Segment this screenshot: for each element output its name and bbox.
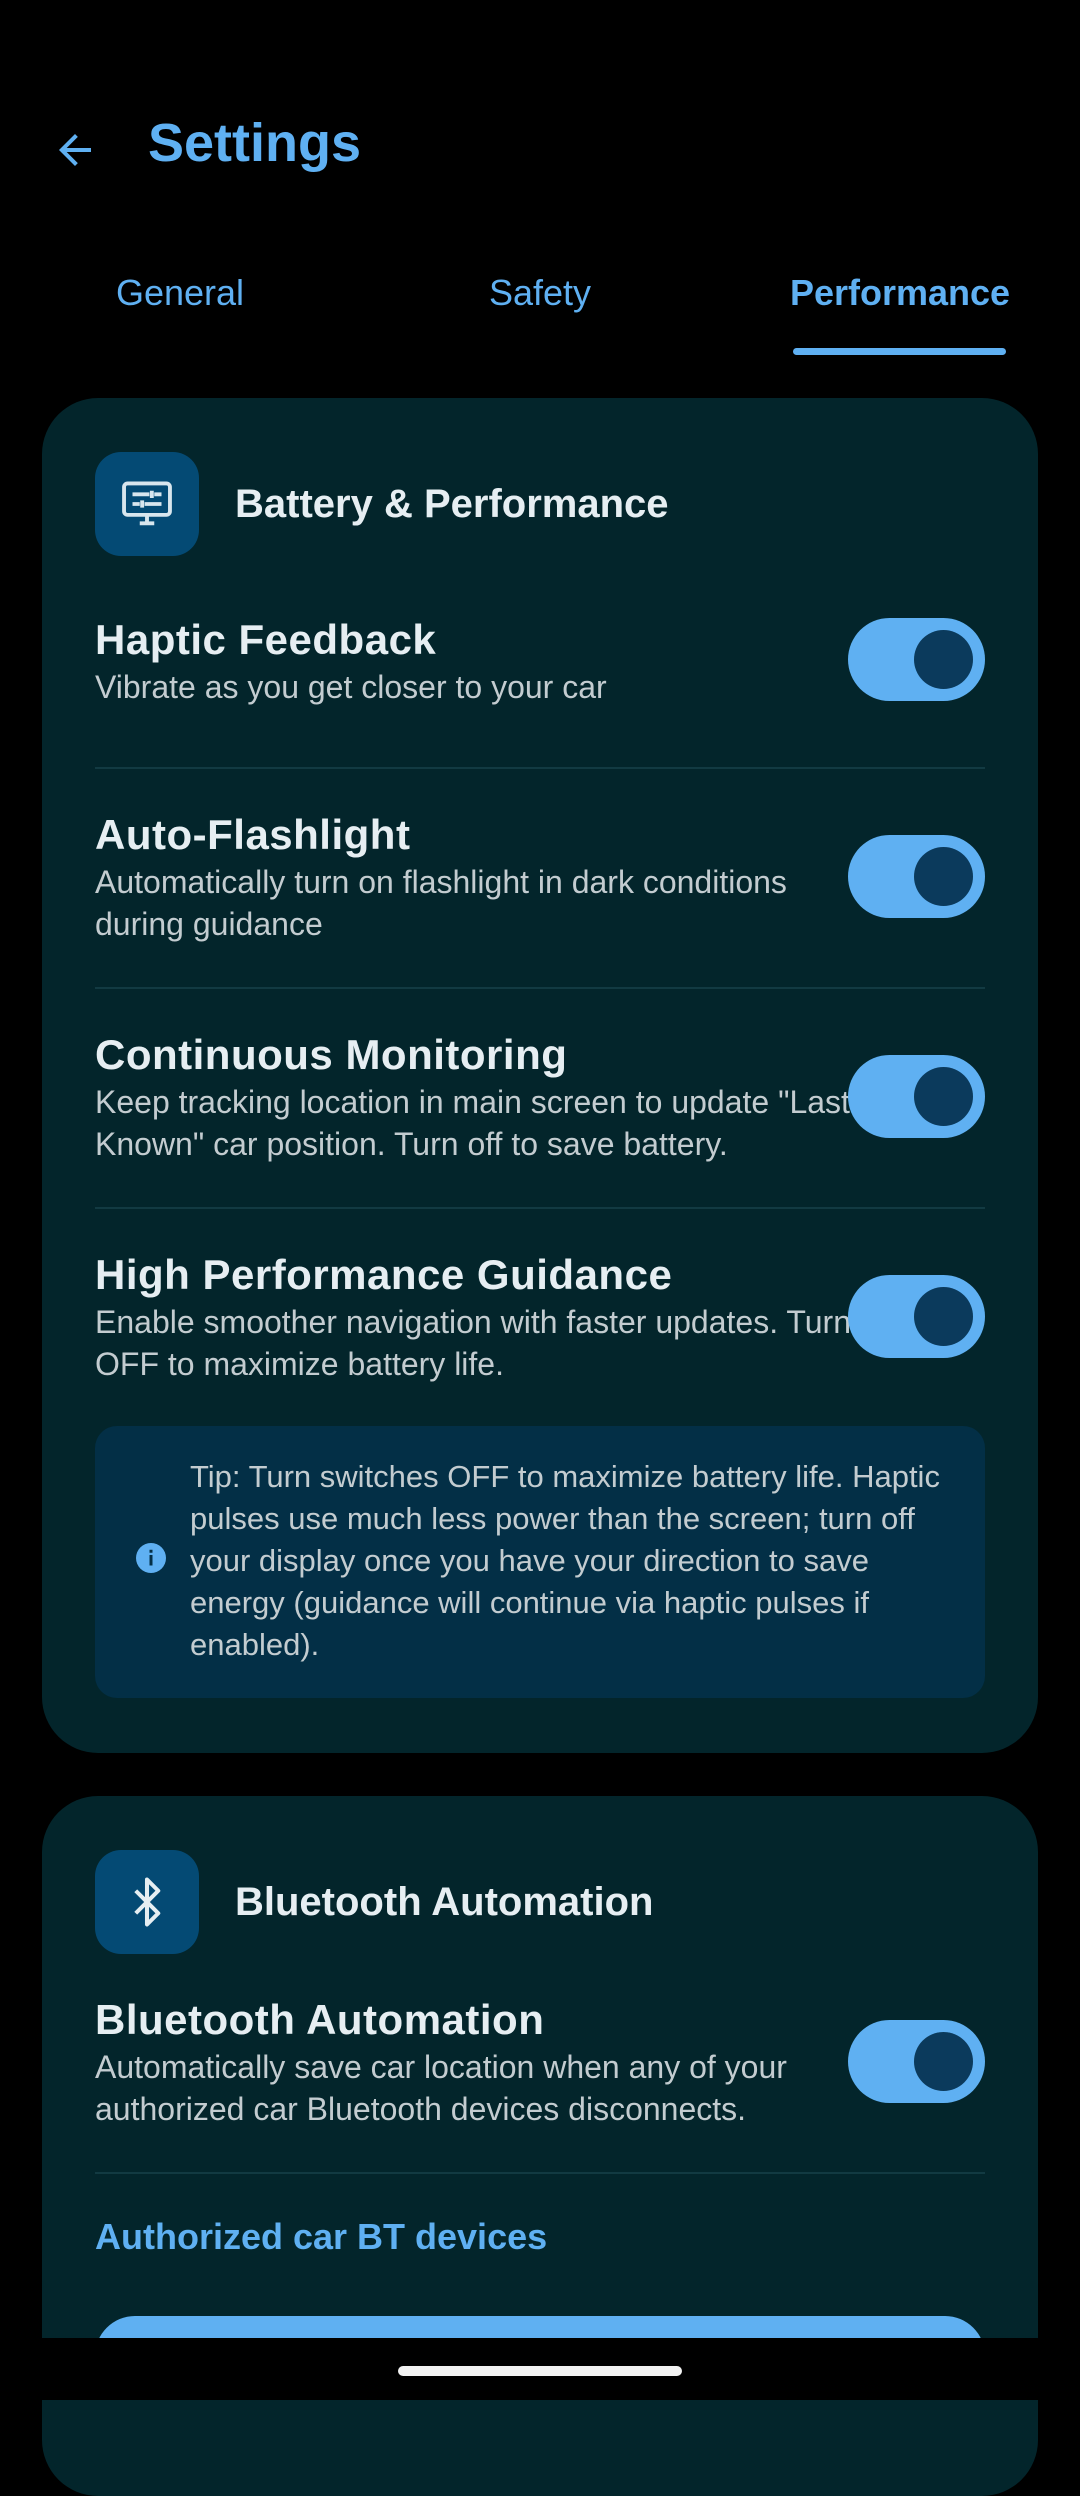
divider [95,987,985,989]
card-header: Battery & Performance [95,452,669,556]
info-icon [136,1543,166,1573]
divider [95,767,985,769]
card-title: Bluetooth Automation [235,1879,654,1924]
setting-title: High Performance Guidance [95,1251,673,1298]
tab-bar: General Safety Performance [0,250,1080,360]
tab-safety[interactable]: Safety [420,272,660,314]
tip-text: Tip: Turn switches OFF to maximize batte… [190,1459,940,1662]
setting-title: Continuous Monitoring [95,1031,568,1078]
tab-general[interactable]: General [60,272,300,314]
tip-box: Tip: Turn switches OFF to maximize batte… [95,1426,985,1698]
haptic-feedback-toggle[interactable] [848,618,985,701]
tab-performance[interactable]: Performance [780,272,1020,314]
tune-monitor-icon [95,452,199,556]
card-title: Battery & Performance [235,481,669,526]
setting-row-bluetooth-automation: Bluetooth Automation Automatically save … [95,1996,985,2130]
setting-description: Automatically turn on flashlight in dark… [95,864,787,942]
auto-flashlight-toggle[interactable] [848,835,985,918]
setting-title: Bluetooth Automation [95,1996,545,2043]
setting-description: Keep tracking location in main screen to… [95,1084,850,1162]
bluetooth-icon-glyph [134,1877,161,1927]
setting-description: Vibrate as you get closer to your car [95,669,607,705]
toggle-knob [914,847,973,906]
divider [95,1207,985,1209]
page-title: Settings [148,113,362,173]
gesture-nav-handle[interactable] [398,2366,682,2376]
tab-indicator [793,348,1006,355]
back-button[interactable] [40,115,110,185]
setting-row-haptic-feedback: Haptic Feedback Vibrate as you get close… [95,616,985,708]
setting-title: Auto-Flashlight [95,811,411,858]
setting-row-high-performance-guidance: High Performance Guidance Enable smoothe… [95,1251,985,1385]
toggle-knob [914,1287,973,1346]
bluetooth-icon [95,1850,199,1954]
tune-monitor-icon-glyph [122,481,172,526]
arrow-back-icon [59,134,91,166]
app-bar: Settings [0,0,1080,240]
setting-description: Enable smoother navigation with faster u… [95,1304,851,1382]
toggle-knob [914,630,973,689]
setting-row-auto-flashlight: Auto-Flashlight Automatically turn on fl… [95,811,985,945]
bluetooth-automation-toggle[interactable] [848,2020,985,2103]
authorized-devices-label: Authorized car BT devices [95,2216,548,2257]
card-header: Bluetooth Automation [95,1850,653,1954]
high-performance-guidance-toggle[interactable] [848,1275,985,1358]
battery-performance-card: Battery & Performance Haptic Feedback Vi… [42,398,1038,1753]
setting-row-continuous-monitoring: Continuous Monitoring Keep tracking loca… [95,1031,985,1165]
setting-description: Automatically save car location when any… [95,2049,787,2127]
toggle-knob [914,2032,973,2091]
divider [95,2172,985,2174]
continuous-monitoring-toggle[interactable] [848,1055,985,1138]
toggle-knob [914,1067,973,1126]
